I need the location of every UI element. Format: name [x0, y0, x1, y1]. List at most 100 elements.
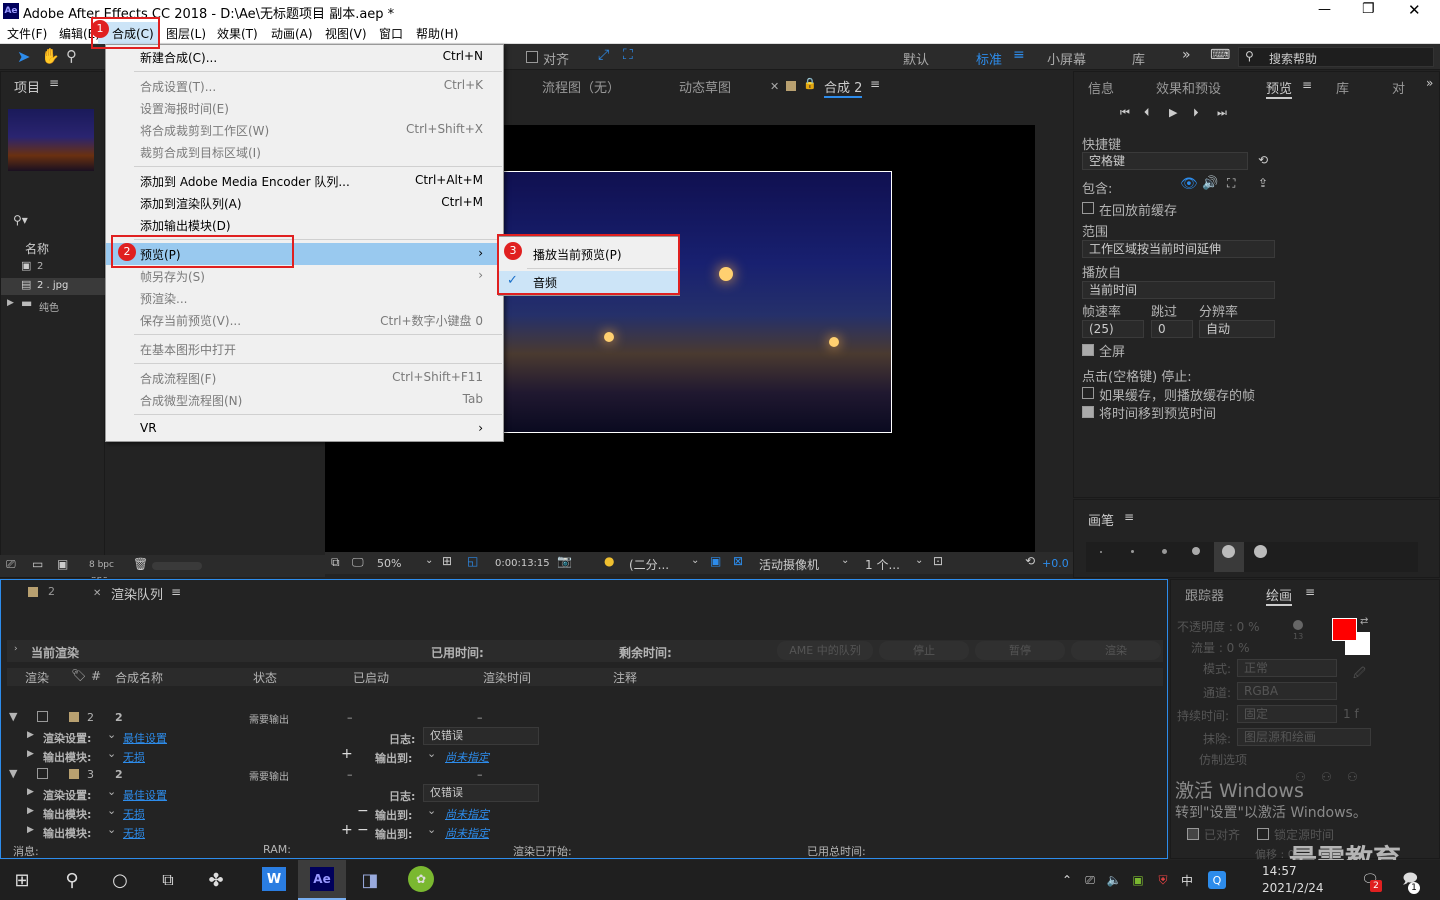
- wps-icon[interactable]: W: [262, 867, 286, 891]
- brush-tip[interactable]: [1222, 545, 1235, 558]
- tab-brush[interactable]: 画笔: [1088, 510, 1114, 529]
- menu-file[interactable]: 文件(F): [7, 25, 47, 42]
- video-eye-icon[interactable]: 👁: [1180, 176, 1198, 192]
- close-tab-icon[interactable]: ✕: [93, 588, 101, 599]
- tab-effects-presets[interactable]: 效果和预设: [1156, 78, 1221, 97]
- more-workspaces-icon[interactable]: »: [1182, 47, 1191, 63]
- display-icon[interactable]: 🖵: [352, 555, 364, 570]
- output-to-link[interactable]: 尚未指定: [445, 825, 489, 841]
- new-composition-item[interactable]: 新建合成(C)... Ctrl+N: [106, 46, 503, 68]
- save-frame-as-item[interactable]: 帧另存为(S) ›: [106, 265, 503, 287]
- add-output-module-icon[interactable]: +: [341, 746, 353, 762]
- tab-motion-sketch[interactable]: 动态草图: [679, 77, 731, 96]
- snap-grid-icon[interactable]: ⛶: [623, 47, 633, 63]
- grid-icon[interactable]: ⊞: [442, 554, 452, 568]
- workspace-default[interactable]: 默认: [903, 49, 929, 68]
- reset-icon[interactable]: ⟲: [1258, 153, 1268, 167]
- tab-flowchart[interactable]: 流程图（无）: [542, 77, 620, 96]
- foreground-color-swatch[interactable]: [1332, 618, 1357, 641]
- tab-preview[interactable]: 预览: [1266, 78, 1293, 99]
- brush-tip[interactable]: [1131, 550, 1134, 553]
- clone-preset-icon[interactable]: ⚇: [1321, 770, 1332, 784]
- menu-view[interactable]: 视图(V): [325, 25, 367, 42]
- collapse-arrow-icon[interactable]: ▼: [9, 767, 17, 780]
- help-search-box[interactable]: ⚲ 搜索帮助: [1238, 47, 1434, 67]
- project-search-icon[interactable]: ⚲▾: [13, 213, 28, 227]
- task-view-icon[interactable]: ⧉: [156, 868, 180, 892]
- chevron-down-icon[interactable]: ⌄: [691, 555, 699, 566]
- output-module-link[interactable]: 无损: [123, 825, 145, 841]
- workspace-standard[interactable]: 标准: [976, 49, 1002, 68]
- align-checkbox[interactable]: [526, 51, 538, 63]
- output-module-link[interactable]: 无损: [123, 806, 145, 822]
- export-icon[interactable]: ⇪: [1258, 176, 1268, 190]
- panel-menu-icon[interactable]: ≡: [1124, 510, 1134, 524]
- stop-button[interactable]: 停止: [879, 641, 969, 660]
- add-to-ame-item[interactable]: 添加到 Adobe Media Encoder 队列... Ctrl+Alt+M: [106, 170, 503, 192]
- render-settings-link[interactable]: 最佳设置: [123, 730, 167, 746]
- render-checkbox[interactable]: [37, 711, 48, 722]
- comp-flowchart-item[interactable]: 合成流程图(F) Ctrl+Shift+F11: [106, 367, 503, 389]
- column-name[interactable]: 名称: [25, 240, 49, 257]
- workspace-library[interactable]: 库: [1132, 49, 1145, 68]
- cache-before-checkbox[interactable]: [1082, 202, 1094, 214]
- remove-output-module-icon[interactable]: −: [357, 803, 369, 819]
- brush-tip[interactable]: [1162, 549, 1167, 554]
- tag-icon[interactable]: 🏷: [71, 668, 86, 682]
- zoom-select[interactable]: 50%: [377, 557, 401, 570]
- resolution-select[interactable]: (二分...: [629, 556, 669, 573]
- opacity-field[interactable]: 不透明度 : 0 %: [1177, 618, 1260, 635]
- chevron-down-icon[interactable]: ⌄: [915, 555, 923, 566]
- output-module-link[interactable]: 无损: [123, 749, 145, 765]
- chevron-down-icon[interactable]: ⌄: [107, 823, 116, 836]
- col-status[interactable]: 状态: [253, 669, 277, 686]
- workspace-small-screen[interactable]: 小屏幕: [1047, 49, 1086, 68]
- next-frame-icon[interactable]: ⏵: [1193, 106, 1199, 120]
- log-select[interactable]: 仅错误: [423, 727, 539, 745]
- brush-tip[interactable]: [1100, 551, 1102, 553]
- panel-menu-icon[interactable]: ≡: [870, 77, 880, 91]
- camera-select[interactable]: 活动摄像机: [759, 556, 819, 573]
- maximize-button[interactable]: ❐: [1362, 1, 1375, 17]
- panel-menu-icon[interactable]: ≡: [49, 76, 59, 90]
- log-select[interactable]: 仅错误: [423, 784, 539, 802]
- qq-icon[interactable]: Q: [1208, 871, 1226, 889]
- play-from-select[interactable]: 当前时间: [1082, 281, 1275, 299]
- collapse-arrow-icon[interactable]: ▼: [9, 710, 17, 723]
- col-render-time[interactable]: 渲染时间: [483, 669, 531, 686]
- menu-layer[interactable]: 图层(L): [166, 25, 206, 42]
- green-app-icon[interactable]: ✿: [408, 866, 434, 892]
- last-frame-icon[interactable]: ⏭: [1217, 106, 1227, 120]
- clock-date[interactable]: 2021/2/24: [1262, 881, 1324, 895]
- zoom-tool-icon[interactable]: ⚲: [66, 47, 77, 65]
- project-item-solids[interactable]: ▶ ▬ 纯色: [1, 296, 106, 314]
- skip-select[interactable]: 0: [1151, 320, 1193, 338]
- windows-start-icon[interactable]: ⊞: [10, 868, 34, 892]
- expand-arrow-icon[interactable]: ▶: [7, 298, 14, 308]
- keyboard-icon[interactable]: ⌨: [1210, 47, 1230, 63]
- open-in-essential-graphics-item[interactable]: 在基本图形中打开: [106, 338, 503, 360]
- vr-item[interactable]: VR ›: [106, 418, 503, 440]
- mask-icon[interactable]: ◱: [467, 554, 478, 568]
- project-item-comp[interactable]: ▣ 2: [1, 259, 106, 276]
- comp-settings-item[interactable]: 合成设置(T)... Ctrl+K: [106, 75, 503, 97]
- app-pinwheel-icon[interactable]: ✤: [204, 868, 228, 892]
- close-tab-icon[interactable]: ✕: [770, 80, 779, 93]
- render-settings-link[interactable]: 最佳设置: [123, 787, 167, 803]
- ime-indicator[interactable]: 中: [1179, 872, 1195, 888]
- render-queue-item[interactable]: ▼ 3 2 需要输出 – –: [7, 765, 1173, 784]
- render-checkbox[interactable]: [37, 768, 48, 779]
- panel-menu-icon[interactable]: ≡: [1305, 585, 1315, 599]
- minimize-button[interactable]: —: [1318, 2, 1331, 17]
- expand-arrow-icon[interactable]: ▶: [27, 825, 34, 835]
- menu-help[interactable]: 帮助(H): [416, 25, 458, 42]
- interpret-footage-icon[interactable]: ⎚: [6, 557, 16, 572]
- after-effects-icon[interactable]: Ae: [310, 867, 334, 891]
- prev-frame-icon[interactable]: ⏴: [1144, 106, 1150, 120]
- chevron-down-icon[interactable]: ⌄: [841, 555, 849, 566]
- pause-button[interactable]: 暂停: [975, 641, 1065, 660]
- play-icon[interactable]: ▶: [1169, 106, 1177, 119]
- folder-app-icon[interactable]: ◨: [358, 868, 382, 892]
- col-number[interactable]: #: [91, 669, 101, 683]
- expand-arrow-icon[interactable]: ▶: [27, 806, 34, 816]
